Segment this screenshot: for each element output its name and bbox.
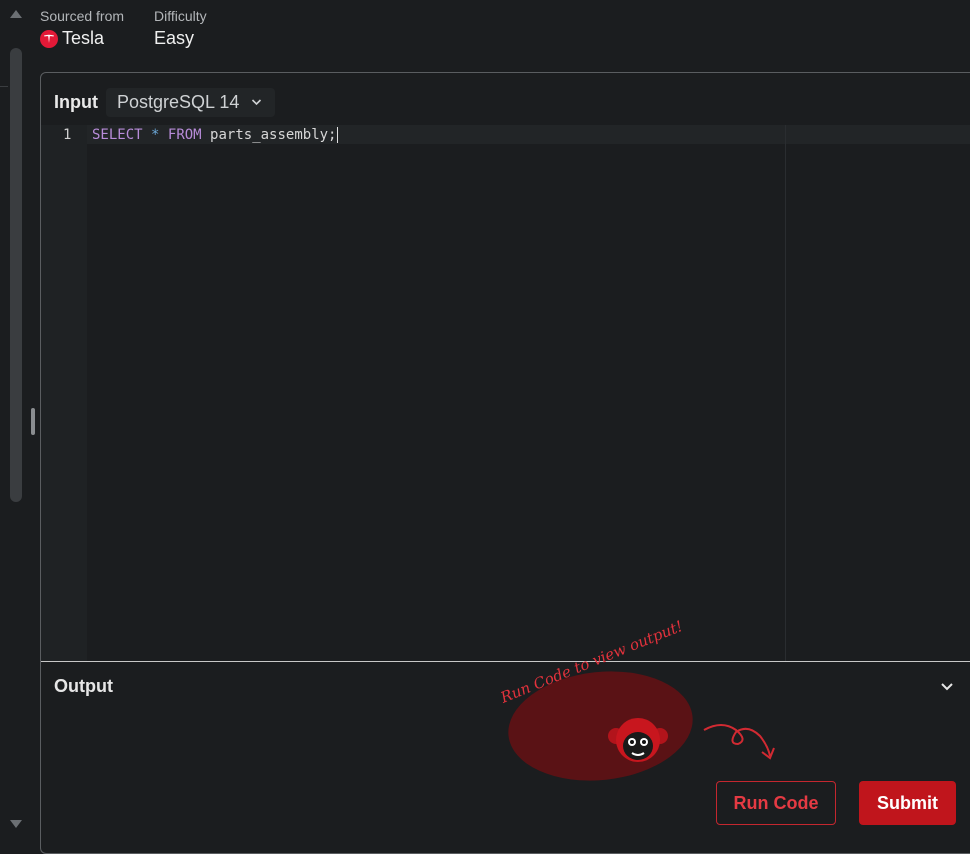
- keyword-from: FROM: [167, 127, 202, 143]
- divider: [0, 86, 8, 87]
- source-label: Sourced from: [40, 8, 125, 24]
- language-value: PostgreSQL 14: [116, 91, 240, 112]
- resize-handle[interactable]: [31, 408, 35, 435]
- curly-arrow-icon: [703, 724, 775, 760]
- source-name: Tesla: [62, 28, 105, 48]
- input-header: Input PostgreSQL 14: [54, 86, 276, 118]
- difficulty-label: Difficulty: [154, 8, 207, 24]
- code-line[interactable]: SELECT * FROM parts_assembly;: [92, 127, 339, 143]
- difficulty-info: Difficulty Easy: [154, 8, 207, 49]
- operator-star: *: [151, 127, 160, 143]
- line-gutter: 1: [41, 125, 87, 661]
- difficulty-value: Easy: [154, 28, 195, 48]
- output-label: Output: [54, 676, 113, 696]
- scroll-thumb[interactable]: [10, 48, 22, 502]
- code-editor[interactable]: 1 SELECT * FROM parts_assembly;: [41, 125, 970, 661]
- scroll-down-arrow-icon[interactable]: [10, 820, 22, 828]
- editor-panel: Input PostgreSQL 14 1 SELECT * FROM part…: [40, 72, 970, 854]
- keyword-select: SELECT: [92, 127, 143, 143]
- vertical-scrollbar[interactable]: [6, 0, 26, 835]
- ruler-guide: [785, 125, 786, 661]
- line-number: 1: [63, 127, 72, 143]
- table-name: parts_assembly;: [210, 127, 337, 143]
- input-label: Input: [54, 91, 98, 112]
- scroll-up-arrow-icon[interactable]: [10, 10, 22, 18]
- text-cursor: [337, 127, 339, 143]
- language-select[interactable]: PostgreSQL 14: [105, 87, 276, 117]
- source-info: Sourced from Tesla: [40, 8, 124, 49]
- source-value: Tesla: [40, 28, 124, 49]
- run-code-button[interactable]: Run Code: [716, 781, 836, 825]
- collapse-chevron-icon[interactable]: [937, 677, 957, 697]
- chevron-down-icon: [251, 95, 262, 109]
- monkey-icon: [608, 718, 668, 762]
- output-divider: [41, 661, 970, 662]
- submit-button[interactable]: Submit: [859, 781, 956, 825]
- tesla-logo-icon: [40, 29, 58, 48]
